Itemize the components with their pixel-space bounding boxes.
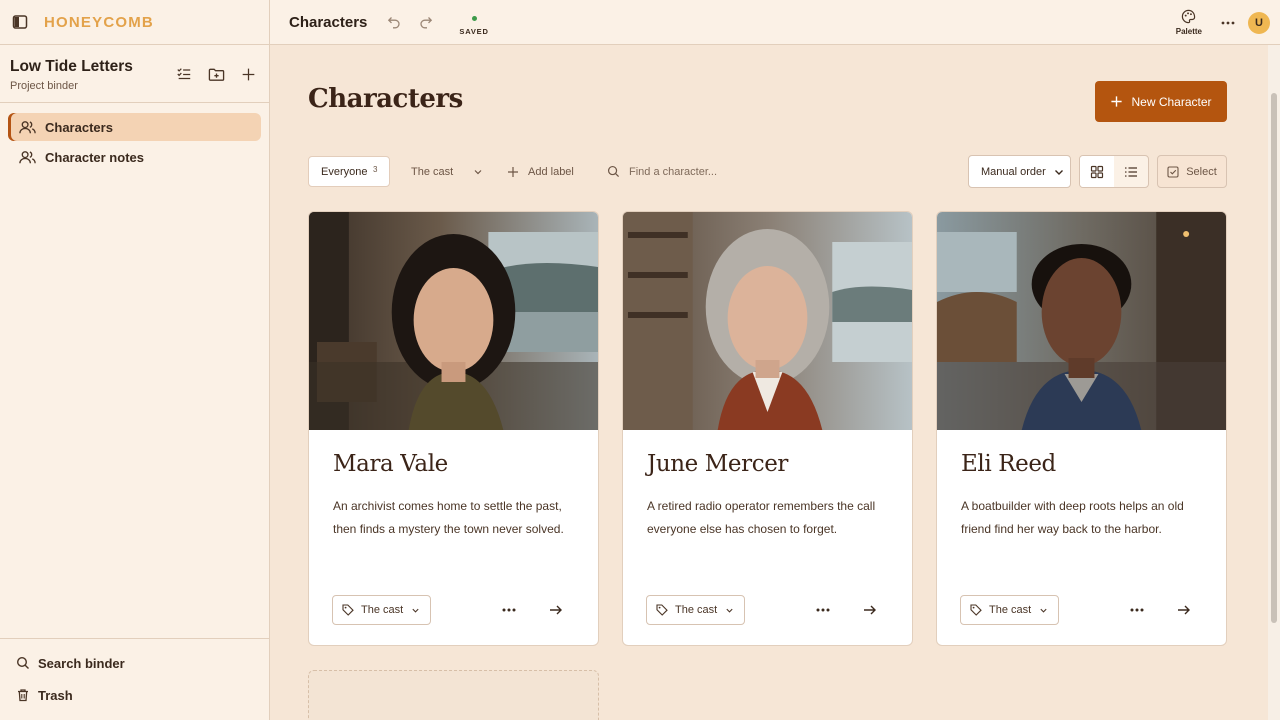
character-name: Eli Reed	[961, 451, 1056, 477]
brand-logo: HONEYCOMB	[44, 13, 154, 31]
character-portrait	[309, 212, 598, 430]
select-label: Select	[1186, 165, 1217, 178]
character-description: An archivist comes home to settle the pa…	[333, 499, 564, 536]
trash-button[interactable]: Trash	[16, 687, 269, 703]
add-character-placeholder[interactable]	[308, 670, 599, 720]
redo-icon[interactable]	[419, 15, 433, 29]
character-card[interactable]: Eli Reed A boatbuilder with deep roots h…	[936, 211, 1227, 646]
view-toggle	[1079, 155, 1149, 188]
saved-status-text: SAVED	[459, 27, 489, 36]
more-options-icon[interactable]	[1220, 15, 1236, 31]
sort-order-value: Manual order	[981, 165, 1046, 178]
sidebar-item-characters[interactable]: Characters	[8, 113, 261, 141]
topbar-right: Palette U	[1176, 0, 1270, 45]
character-portrait	[937, 212, 1226, 430]
undo-icon[interactable]	[387, 15, 401, 29]
character-card[interactable]: June Mercer A retired radio operator rem…	[622, 211, 913, 646]
filter-chip-the-cast[interactable]: The cast	[411, 156, 483, 187]
tag-icon	[342, 604, 354, 616]
grid-icon	[1090, 165, 1104, 178]
character-tag-select[interactable]: The cast	[332, 595, 431, 625]
sidebar: HONEYCOMB Low Tide Letters Project binde…	[0, 0, 270, 720]
scrollbar-thumb[interactable]	[1271, 93, 1277, 623]
search-placeholder: Find a character...	[629, 165, 718, 178]
sidebar-item-label: Characters	[45, 119, 113, 135]
filter-chip-label: The cast	[411, 165, 454, 178]
sidebar-toggle-icon[interactable]	[12, 14, 28, 30]
users-icon	[19, 120, 36, 133]
character-description: A retired radio operator remembers the c…	[647, 499, 876, 536]
character-portrait	[623, 212, 912, 430]
sidebar-footer: Search binder Trash	[0, 638, 269, 720]
search-icon	[16, 656, 29, 669]
page-title: Characters	[308, 84, 463, 114]
project-actions	[175, 65, 257, 83]
plus-icon	[1111, 96, 1123, 107]
chevron-down-icon	[412, 608, 419, 613]
character-card[interactable]: Mara Vale An archivist comes home to set…	[308, 211, 599, 646]
sidebar-item-label: Character notes	[45, 149, 144, 165]
character-tag-select[interactable]: The cast	[646, 595, 745, 625]
sort-order-select[interactable]: Manual order	[968, 155, 1071, 188]
scrollbar[interactable]	[1268, 45, 1280, 720]
main-content: Characters New Character Everyone 3 The …	[270, 45, 1268, 720]
document-title: Characters	[289, 13, 368, 31]
add-icon[interactable]	[239, 65, 257, 83]
more-options-icon[interactable]	[1128, 602, 1146, 618]
topbar: Characters SAVED Palette U	[270, 0, 1280, 45]
sidebar-header: HONEYCOMB	[0, 0, 269, 45]
new-character-label: New Character	[1131, 94, 1212, 109]
character-tag-label: The cast	[675, 604, 718, 616]
sidebar-nav: Characters Character notes	[0, 103, 269, 171]
character-search-input[interactable]: Find a character...	[607, 156, 717, 187]
save-status: SAVED	[459, 16, 488, 36]
more-options-icon[interactable]	[814, 602, 832, 618]
new-character-button[interactable]: New Character	[1095, 81, 1227, 122]
trash-icon	[18, 689, 28, 702]
filter-toolbar: Everyone 3 The cast Add label Find a cha…	[308, 155, 1227, 188]
palette-label: Palette	[1175, 27, 1202, 36]
checklist-icon[interactable]	[175, 65, 193, 83]
filter-chip-count: 3	[373, 165, 378, 174]
select-mode-button[interactable]: Select	[1157, 155, 1227, 188]
search-binder-label: Search binder	[38, 655, 125, 671]
arrow-right-icon[interactable]	[1176, 602, 1192, 618]
grid-view-button[interactable]	[1080, 156, 1114, 187]
tag-icon	[656, 604, 668, 616]
character-name: June Mercer	[647, 451, 789, 477]
arrow-right-icon[interactable]	[548, 602, 564, 618]
sidebar-item-character-notes[interactable]: Character notes	[8, 143, 261, 171]
more-options-icon[interactable]	[500, 602, 518, 618]
new-folder-icon[interactable]	[207, 65, 225, 83]
user-avatar[interactable]: U	[1248, 11, 1270, 34]
list-icon	[1125, 166, 1137, 177]
arrow-right-icon[interactable]	[862, 602, 878, 618]
filter-chip-label: Everyone	[321, 165, 368, 178]
trash-label: Trash	[38, 687, 73, 703]
tag-icon	[970, 604, 982, 616]
palette-icon	[1182, 9, 1196, 24]
chevron-down-icon	[1055, 170, 1063, 175]
add-label-button[interactable]: Add label	[507, 156, 574, 187]
palette-button[interactable]: Palette	[1176, 9, 1202, 36]
list-view-button[interactable]	[1114, 156, 1148, 187]
add-label-text: Add label	[528, 165, 574, 178]
character-tag-label: The cast	[361, 604, 404, 616]
character-tag-select[interactable]: The cast	[960, 595, 1059, 625]
character-name: Mara Vale	[333, 451, 448, 477]
chevron-down-icon	[474, 169, 482, 174]
search-icon	[607, 165, 620, 178]
plus-icon	[508, 166, 518, 177]
character-description: A boatbuilder with deep roots helps an o…	[961, 499, 1184, 536]
project-header: Low Tide Letters Project binder	[0, 45, 269, 103]
chevron-down-icon	[726, 608, 733, 613]
checkbox-icon	[1167, 165, 1179, 178]
saved-status-dot	[471, 16, 477, 21]
character-tag-label: The cast	[989, 604, 1032, 616]
users-icon	[19, 150, 36, 163]
search-binder-button[interactable]: Search binder	[16, 655, 269, 671]
chevron-down-icon	[1040, 608, 1047, 613]
filter-chip-everyone[interactable]: Everyone 3	[308, 156, 390, 187]
